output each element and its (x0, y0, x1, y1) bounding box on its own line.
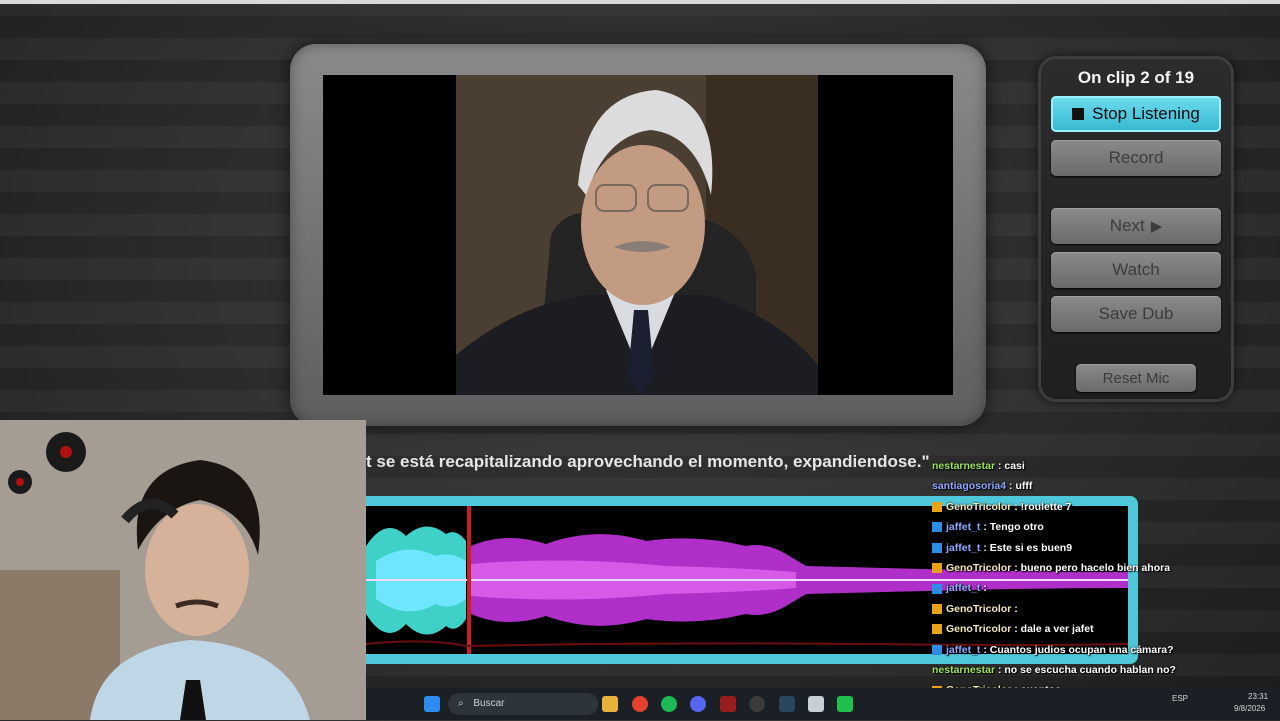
chat-text: : casi (997, 460, 1025, 472)
vip-badge-icon (932, 522, 942, 533)
video-monitor-frame (290, 44, 986, 426)
chat-username[interactable]: jaffet_t (946, 521, 980, 533)
chat-message: GenoTricolor : bueno pero hacelo bien ah… (932, 558, 1232, 578)
stop-icon (1072, 108, 1085, 120)
chat-message: santiagosoria4 : ufff (932, 476, 1232, 496)
video-screen[interactable] (323, 75, 953, 395)
clock-time[interactable]: 23:31 (1248, 692, 1268, 701)
crown-badge-icon (932, 624, 942, 635)
dub-control-panel: On clip 2 of 19 Stop Listening Record Ne… (1038, 56, 1234, 402)
record-button[interactable]: Record (1051, 140, 1221, 176)
chat-message: jaffet_t : Cuantos judios ocupan una cám… (932, 640, 1232, 660)
vip-badge-icon (932, 583, 942, 594)
clip-status: On clip 2 of 19 (1077, 68, 1195, 87)
chat-username[interactable]: GenoTricolor (946, 501, 1011, 513)
chat-username[interactable]: jaffet_t (946, 644, 980, 656)
chat-username[interactable]: GenoTricolor (946, 623, 1011, 635)
chat-username[interactable]: nestarnestar (932, 664, 995, 676)
chat-message: GenoTricolor : !roulette 7 (932, 497, 1232, 517)
chat-message: jaffet_t : Tengo otro (932, 517, 1232, 537)
kick-icon[interactable] (837, 696, 853, 712)
reset-mic-button[interactable]: Reset Mic (1076, 364, 1196, 392)
next-label: Next (1109, 216, 1145, 235)
crown-badge-icon (932, 603, 942, 614)
vip-badge-icon (932, 542, 942, 553)
discord-icon[interactable] (690, 696, 706, 712)
crown-badge-icon (932, 563, 942, 574)
spotify-icon[interactable] (661, 696, 677, 712)
language-indicator[interactable]: ESP (1172, 694, 1188, 703)
chat-message: nestarnestar : casi (932, 456, 1232, 476)
chat-text: : Cuantos judios ocupan una cámara? (983, 643, 1174, 656)
chat-text: : !roulette 7 (1014, 500, 1072, 513)
save-dub-button[interactable]: Save Dub (1051, 296, 1221, 332)
stop-listening-label: Stop Listening (1092, 104, 1200, 123)
chat-message: GenoTricolor : dale a ver jafet (932, 619, 1232, 639)
chat-text: : Tengo otro (983, 521, 1044, 534)
save-dub-label: Save Dub (1098, 304, 1174, 323)
record-label: Record (1108, 148, 1164, 167)
chat-message: nestarnestar : no se escucha cuando habl… (932, 660, 1232, 680)
chat-text: : ufff (1009, 480, 1033, 493)
stop-listening-button[interactable]: Stop Listening (1051, 96, 1221, 132)
chat-message: jaffet_t : (932, 578, 1232, 598)
chat-username[interactable]: jaffet_t (946, 542, 980, 554)
windows-start-icon[interactable] (424, 696, 440, 712)
windows-taskbar: ⌕ Buscar ESP 23:31 9/8/2026 (366, 688, 1280, 720)
chat-username[interactable]: jaffet_t (946, 582, 980, 594)
chat-text: : no se escucha cuando hablan no? (997, 663, 1176, 676)
stream-chat: nestarnestar : casi santiagosoria4 : ufff… (932, 456, 1232, 721)
chat-message: jaffet_t : Este si es buen9 (932, 538, 1232, 558)
watch-label: Watch (1112, 260, 1160, 279)
notepad-icon[interactable] (808, 696, 824, 712)
file-explorer-icon[interactable] (602, 696, 618, 712)
crown-badge-icon (932, 502, 942, 512)
chat-username[interactable]: nestarnestar (932, 460, 995, 472)
chat-text: : (983, 582, 987, 595)
chat-message: GenoTricolor : (932, 599, 1232, 619)
clock-date[interactable]: 9/8/2026 (1234, 704, 1265, 713)
watch-button[interactable]: Watch (1051, 252, 1221, 288)
vip-badge-icon (932, 644, 942, 655)
chat-username[interactable]: santiagosoria4 (932, 480, 1006, 492)
play-arrow-icon: ▶ (1150, 218, 1163, 235)
taskbar-search[interactable]: ⌕ Buscar (448, 693, 598, 715)
chat-text: : dale a ver jafet (1014, 623, 1094, 636)
steam-icon[interactable] (779, 696, 795, 712)
chat-text: : (1014, 602, 1018, 615)
webcam-feed (0, 420, 366, 720)
chat-text: : bueno pero hacelo bien ahora (1014, 561, 1171, 574)
obs-icon[interactable] (749, 696, 765, 712)
top-border (0, 0, 1280, 4)
chrome-icon[interactable] (632, 696, 648, 712)
next-button[interactable]: Next ▶ (1051, 208, 1221, 244)
search-icon: ⌕ (458, 698, 464, 709)
search-placeholder: Buscar (473, 698, 505, 709)
chat-text: : Este si es buen9 (983, 541, 1073, 554)
reset-mic-label: Reset Mic (1102, 369, 1170, 387)
video-frame-man-speaking (456, 75, 818, 395)
chat-username[interactable]: GenoTricolor (946, 603, 1011, 615)
subtitle-text: t se está recapitalizando aprovechando e… (366, 452, 930, 471)
app-icon[interactable] (720, 696, 736, 712)
chat-username[interactable]: GenoTricolor (946, 562, 1011, 574)
